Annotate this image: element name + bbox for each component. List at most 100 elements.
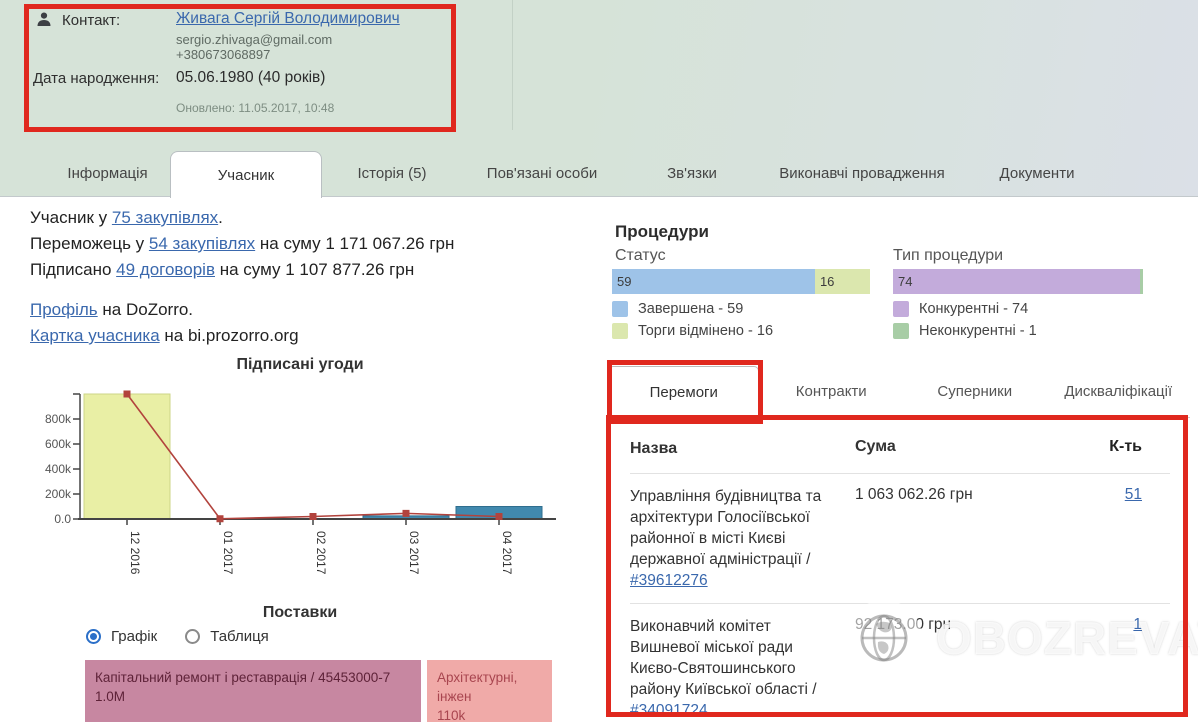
- bar-12 2016[interactable]: [84, 394, 170, 519]
- prozorro-card-link[interactable]: Картка учасника: [30, 326, 160, 345]
- line-point-02 2017[interactable]: [310, 513, 317, 520]
- contact-name-link[interactable]: Живага Сергій Володимирович: [176, 10, 400, 28]
- treemap-block[interactable]: Архітектурні, інжен110k: [427, 660, 552, 722]
- segment-Конкурентні[interactable]: 74: [893, 269, 1140, 294]
- stat-text: на bi.prozorro.org: [160, 326, 299, 345]
- page: Контакт: Живага Сергій Володимирович ser…: [0, 0, 1198, 722]
- legend-row: Неконкурентні - 1: [893, 323, 1037, 339]
- legend-label: Конкурентні - 74: [919, 301, 1028, 317]
- line-point-03 2017[interactable]: [403, 510, 410, 517]
- tab-dokumenty[interactable]: Документи: [962, 151, 1112, 196]
- radio-table[interactable]: [185, 629, 200, 644]
- line-point-01 2017[interactable]: [217, 515, 224, 522]
- tab-label: Суперники: [937, 383, 1012, 400]
- tab-label: Учасник: [218, 167, 274, 184]
- radio-table-label[interactable]: Таблиця: [210, 628, 269, 645]
- line-series: [127, 394, 499, 519]
- win-count-link[interactable]: 1: [1133, 616, 1142, 633]
- buyer-id-link[interactable]: #39612276: [630, 572, 708, 589]
- supplies-view-switch: Графік Таблиця: [86, 628, 287, 645]
- legend-label: Завершена - 59: [638, 301, 743, 317]
- stats-lines: Учасник у 75 закупівлях. Переможець у 54…: [30, 205, 590, 283]
- status-legend: Завершена - 59 Торги відмінено - 16: [612, 301, 773, 339]
- legend-label: Неконкурентні - 1: [919, 323, 1037, 339]
- procedures-title: Процедури: [615, 222, 709, 242]
- wins-link[interactable]: 54 закупівлях: [149, 234, 255, 253]
- segment-Неконкурентні[interactable]: [1140, 269, 1143, 294]
- segment-Торги відмінено[interactable]: 16: [815, 269, 870, 294]
- tab-label: Пов'язані особи: [487, 165, 597, 182]
- contact-label: Контакт:: [62, 12, 120, 29]
- y-tick-label: 0.0: [54, 512, 71, 526]
- buyer-id-link[interactable]: #34091724: [630, 702, 708, 719]
- tab-vykonavchi-provadzhennya[interactable]: Виконавчі провадження: [762, 151, 962, 196]
- procedure-type-stacked-bar: 74: [893, 269, 1143, 294]
- tab-label: Перемоги: [650, 384, 718, 401]
- status-chart-label: Статус: [615, 247, 666, 265]
- y-tick-label: 400k: [45, 462, 72, 476]
- tab-label: Контракти: [796, 383, 867, 400]
- birth-date-label: Дата народження:: [33, 70, 159, 87]
- tab-istoria[interactable]: Історія (5): [322, 151, 462, 196]
- contracts-link[interactable]: 49 договорів: [116, 260, 215, 279]
- treemap-block[interactable]: Капітальний ремонт і реставрація / 45453…: [85, 660, 421, 722]
- win-sum: 1 063 062.26 грн: [855, 486, 1045, 591]
- participant-stats: Учасник у 75 закупівлях. Переможець у 54…: [30, 205, 590, 363]
- buyer-name: Управління будівництва та архітектури Го…: [630, 488, 821, 568]
- x-tick-label: 04 2017: [500, 531, 514, 575]
- purchases-link[interactable]: 75 закупівлях: [112, 208, 218, 227]
- legend-swatch-cancelled: [612, 323, 628, 339]
- y-tick-label: 800k: [45, 412, 72, 426]
- tab-informatsia[interactable]: Інформація: [45, 151, 170, 196]
- line-point-04 2017[interactable]: [496, 513, 503, 520]
- tab-uchasnyk[interactable]: Учасник: [170, 151, 322, 198]
- stat-text: Підписано: [30, 260, 116, 279]
- wins-table: Назва Сума К-ть Управління будівництва т…: [630, 428, 1170, 722]
- tab-supernyky[interactable]: Суперники: [903, 366, 1047, 417]
- dozorro-profile-link[interactable]: Профіль: [30, 300, 98, 319]
- table-row: Виконавчий комітет Вишневої міської ради…: [630, 603, 1170, 722]
- legend-swatch-competitive: [893, 301, 909, 317]
- tab-peremohy[interactable]: Перемоги: [608, 366, 759, 418]
- table-row: Управління будівництва та архітектури Го…: [630, 473, 1170, 603]
- radio-graph[interactable]: [86, 629, 101, 644]
- tab-povyazani-osoby[interactable]: Пов'язані особи: [462, 151, 622, 196]
- contact-email: sergio.zhivaga@gmail.com: [176, 32, 332, 47]
- x-tick-label: 03 2017: [407, 531, 421, 575]
- radio-graph-label[interactable]: Графік: [111, 628, 157, 645]
- col-header-count: К-ть: [1045, 438, 1170, 459]
- signed-agreements-plot: 0.0200k400k600k800k12 201601 201702 2017…: [40, 386, 560, 586]
- tab-dyskvalifikatsii[interactable]: Дискваліфікації: [1046, 366, 1190, 417]
- x-tick-label: 01 2017: [221, 531, 235, 575]
- line-point-12 2016[interactable]: [124, 391, 131, 398]
- birth-date-value: 05.06.1980 (40 років): [176, 69, 325, 87]
- legend-label: Торги відмінено - 16: [638, 323, 773, 339]
- tab-label: Історія (5): [357, 165, 426, 182]
- stat-text: Учасник у: [30, 208, 112, 227]
- col-header-sum: Сума: [855, 438, 1045, 459]
- stat-text: на суму 1 107 877.26 грн: [215, 260, 414, 279]
- x-tick-label: 12 2016: [128, 531, 142, 575]
- x-tick-label: 02 2017: [314, 531, 328, 575]
- col-header-name: Назва: [630, 438, 855, 459]
- supplies-treemap: Капітальний ремонт і реставрація / 45453…: [85, 660, 552, 722]
- win-count-link[interactable]: 51: [1125, 486, 1142, 503]
- tab-label: Документи: [1000, 165, 1075, 182]
- tab-label: Інформація: [67, 165, 147, 182]
- legend-swatch-noncompetitive: [893, 323, 909, 339]
- legend-row: Торги відмінено - 16: [612, 323, 773, 339]
- y-tick-label: 600k: [45, 437, 72, 451]
- supplies-title: Поставки: [40, 604, 560, 622]
- segment-Завершена[interactable]: 59: [612, 269, 815, 294]
- tab-zvyazky[interactable]: Зв'язки: [622, 151, 762, 196]
- stat-text: на DoZorro.: [98, 300, 193, 319]
- stat-text: на суму 1 171 067.26 грн: [255, 234, 454, 253]
- tab-label: Дискваліфікації: [1064, 383, 1172, 400]
- main-tab-bar: Інформація Учасник Історія (5) Пов'язані…: [0, 151, 1198, 197]
- header-divider: [512, 0, 513, 130]
- legend-row: Конкурентні - 74: [893, 301, 1037, 317]
- tab-kontrakty[interactable]: Контракти: [759, 366, 903, 417]
- legend-row: Завершена - 59: [612, 301, 773, 317]
- stat-text: .: [218, 208, 223, 227]
- procedure-type-legend: Конкурентні - 74 Неконкурентні - 1: [893, 301, 1037, 339]
